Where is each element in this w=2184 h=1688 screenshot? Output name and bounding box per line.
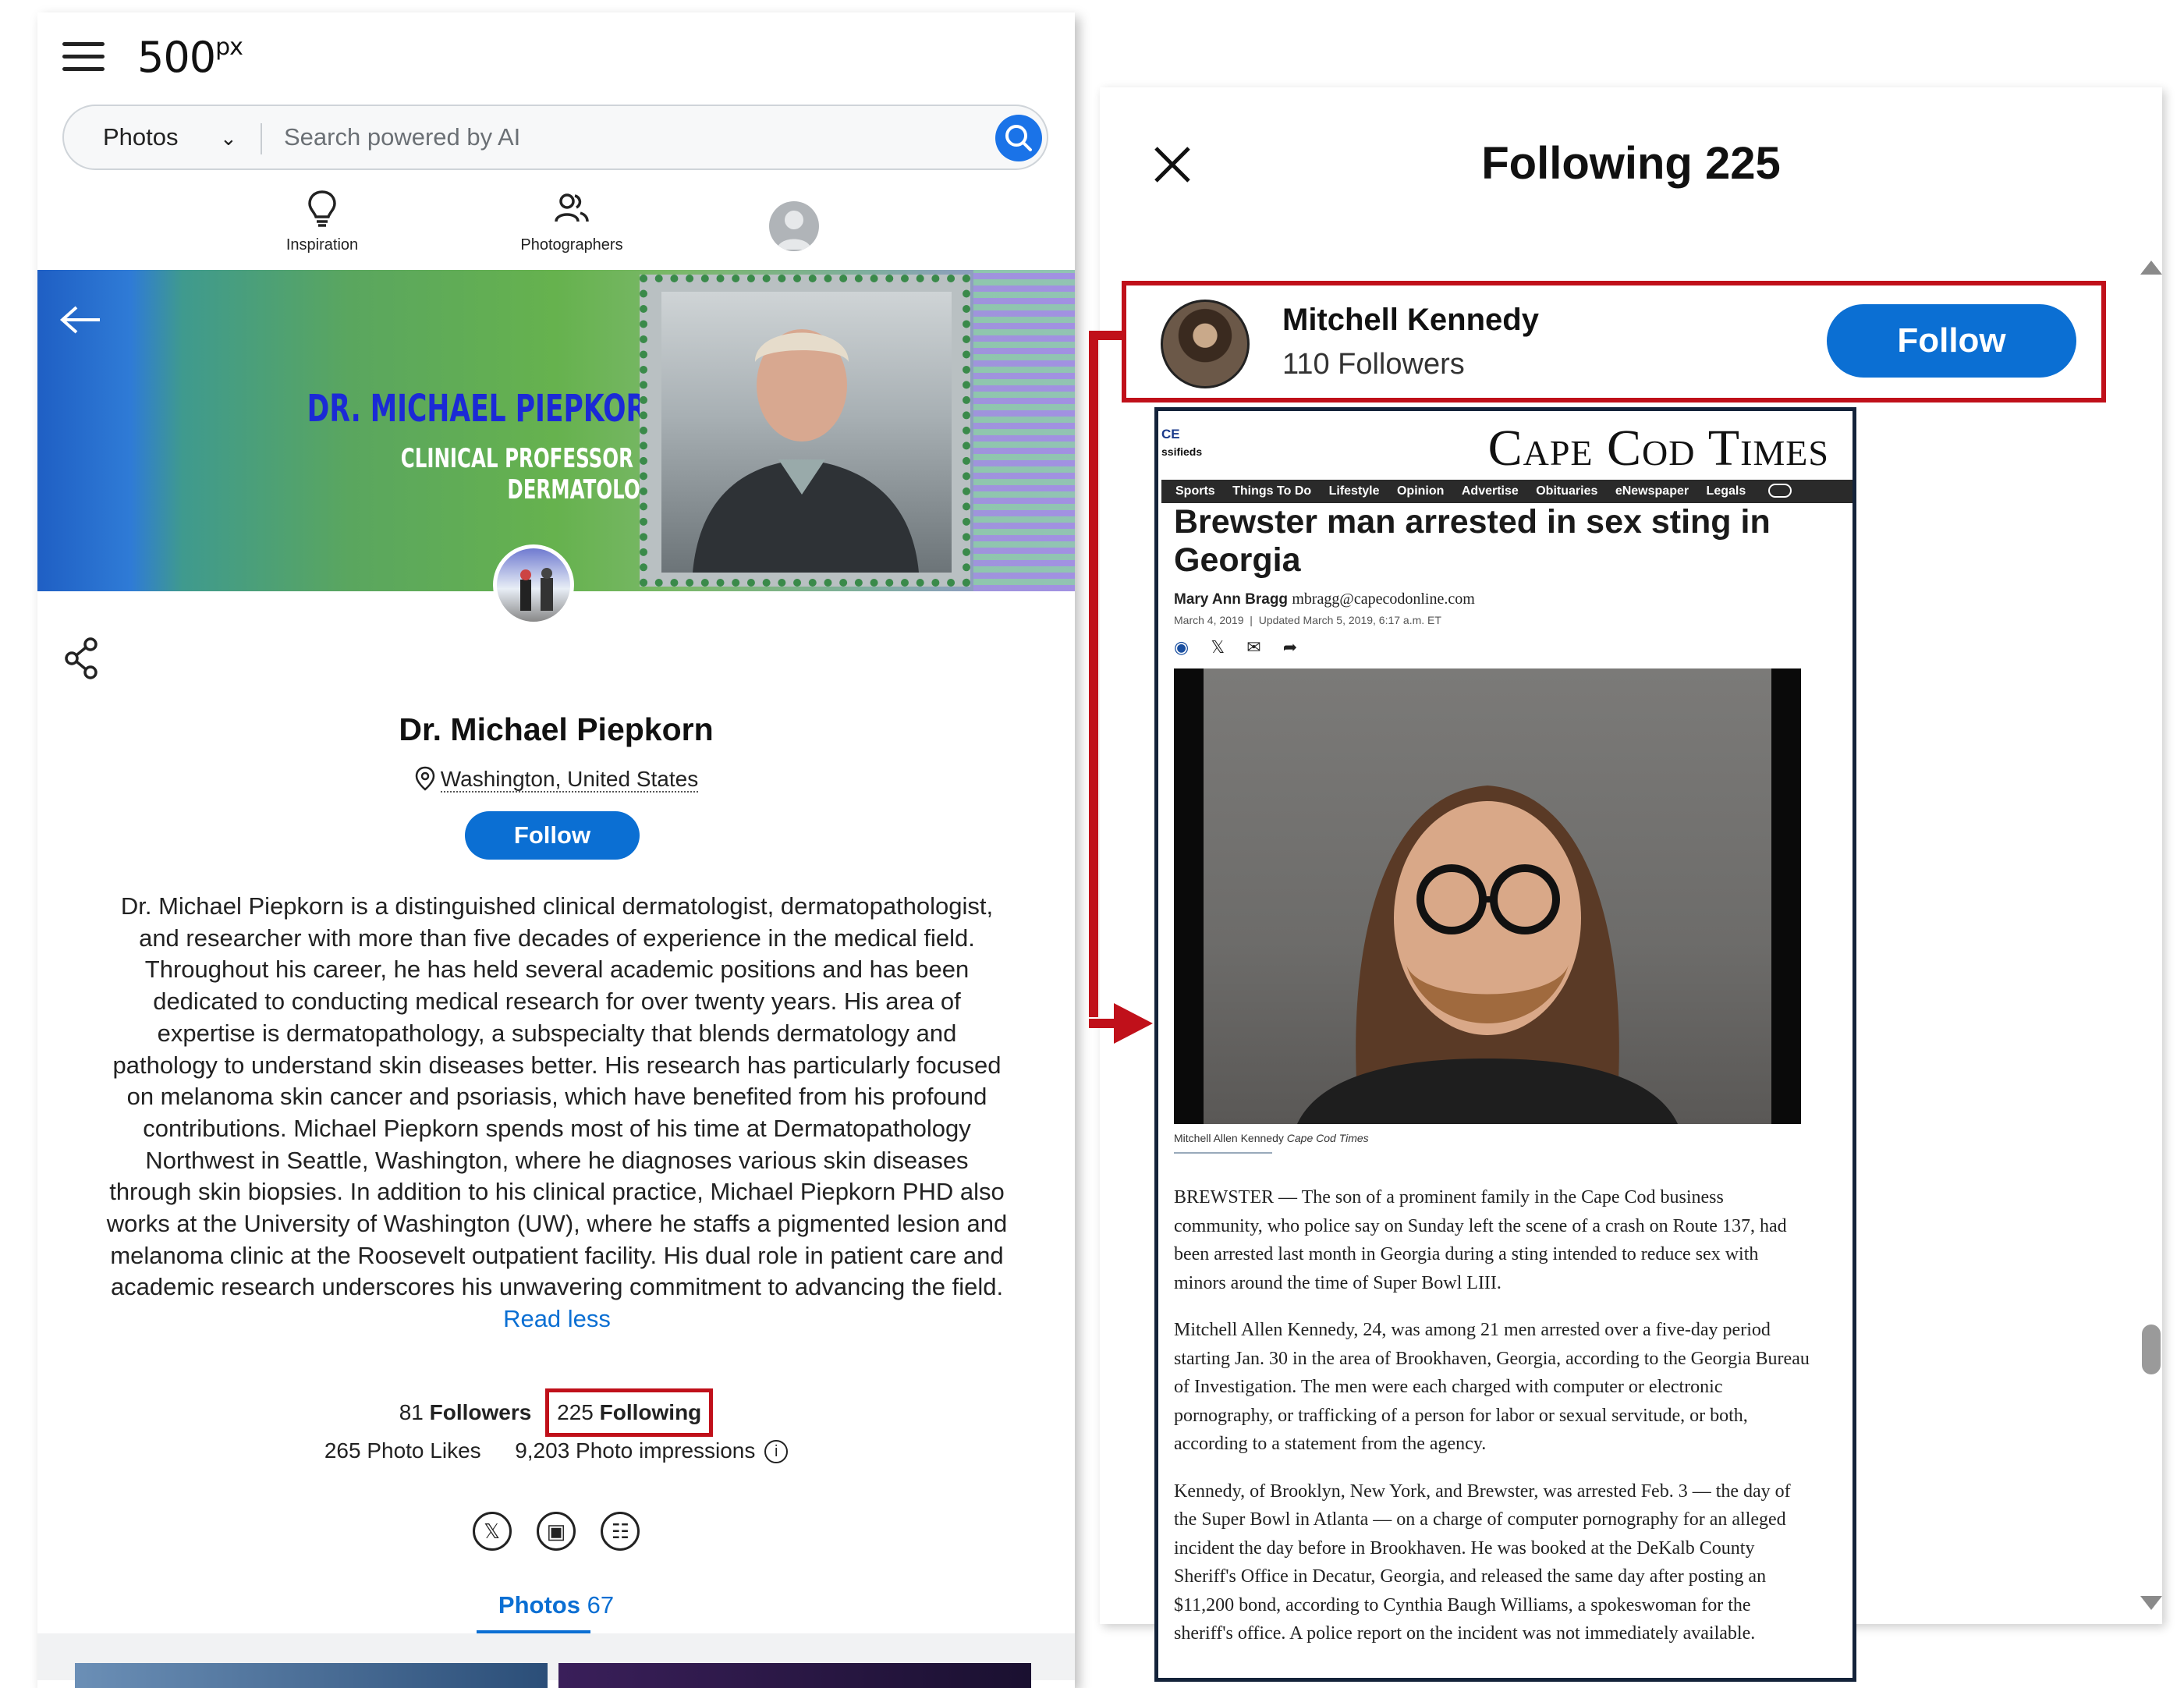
news-nav-item[interactable]: Opinion [1397,484,1444,498]
article-paragraph: Kennedy, of Brooklyn, New York, and Brew… [1174,1481,1791,1644]
cover-portrait-frame [640,275,970,587]
share-icon[interactable] [62,637,101,680]
profile-page: 500px Photos ⌄ Inspiration Photographers… [37,12,1075,1688]
cover-portrait [661,292,952,573]
annotation-arrow-bottom [1089,1019,1117,1028]
search-bar: Photos ⌄ [62,105,1048,170]
cover-subtitle: CLINICAL PROFESSOR OF DERMATOLOGY [400,443,669,505]
search-category-select[interactable]: Photos [103,123,179,151]
scroll-up-arrow[interactable] [2140,261,2162,275]
caption-divider [1174,1152,1272,1154]
article-share-row: ◉ 𝕏 ✉ ➦ [1174,637,1314,658]
follow-button[interactable]: Follow [465,811,640,860]
article-photo-image [1204,668,1771,1124]
article-paragraph: BREWSTER — The son of a prominent family… [1174,1187,1787,1293]
date-published: March 4, 2019 [1174,614,1244,626]
social-links: 𝕏 ▣ ☷ [37,1512,1075,1551]
x-twitter-icon[interactable]: 𝕏 [472,1512,512,1551]
annotation-arrow-head [1114,1003,1153,1044]
nav-photographers-label: Photographers [520,236,623,254]
cover-title: DR. MICHAEL PIEPKORN [307,387,669,431]
user-placeholder-icon [777,211,811,250]
search-button[interactable] [995,115,1042,161]
search-input[interactable] [284,117,986,158]
website-globe-icon[interactable]: ☷ [601,1512,640,1551]
photo-thumbnail[interactable] [558,1663,1031,1688]
follow-user-button[interactable]: Follow [1827,304,2076,378]
email-icon[interactable]: ✉ [1246,637,1260,658]
modal-title: Following 225 [1481,138,1781,189]
account-avatar[interactable] [769,201,819,251]
menu-icon[interactable] [62,42,105,73]
annotation-arrow-line [1089,331,1098,1017]
profile-bio: Dr. Michael Piepkorn is a distinguished … [103,891,1011,1335]
search-divider [261,123,262,154]
user-followers: 110 Followers [1282,348,1465,381]
bio-text: Dr. Michael Piepkorn is a distinguished … [106,892,1008,1301]
top-bar: 500px [37,12,1075,98]
nav-photographers[interactable]: Photographers [509,189,634,254]
nav-inspiration[interactable]: Inspiration [279,189,365,254]
facebook-icon[interactable]: ◉ [1174,637,1189,658]
lightbulb-icon [308,190,336,227]
news-nav-item[interactable]: Legals [1707,484,1746,498]
scroll-down-arrow[interactable] [2140,1596,2162,1610]
article-body: BREWSTER — The son of a prominent family… [1174,1183,1814,1667]
followers-stat[interactable]: 81 Followers [399,1400,532,1424]
article-photo [1174,668,1801,1124]
user-avatar[interactable] [1161,300,1250,388]
back-arrow-icon[interactable] [59,304,103,335]
cover-banner: DR. MICHAEL PIEPKORN CLINICAL PROFESSOR … [37,270,1075,591]
following-user-row[interactable]: Mitchell Kennedy 110 Followers Follow [1122,281,2106,402]
profile-location-text: Washington, United States [440,767,699,793]
news-nav-item[interactable]: Sports [1175,484,1215,498]
news-nav-item[interactable]: Things To Do [1232,484,1311,498]
instagram-icon[interactable]: ▣ [537,1512,576,1551]
photo-likes: 265 Photo Likes [324,1438,481,1463]
article-headline: Brewster man arrested in sex sting in Ge… [1174,503,1771,579]
news-nav-item[interactable]: eNewspaper [1615,484,1689,498]
nav-inspiration-label: Inspiration [285,236,359,254]
info-icon[interactable]: i [764,1440,789,1463]
read-less-link[interactable]: Read less [503,1305,611,1332]
chevron-down-icon[interactable]: ⌄ [220,126,237,151]
x-twitter-icon[interactable]: 𝕏 [1211,637,1225,658]
news-corner-classifieds: ssifieds [1161,445,1203,458]
article-byline: Mary Ann Bragg mbragg@capecodonline.com [1174,590,1475,608]
search-icon [1005,125,1032,151]
newspaper-masthead: Cape Cod Times [1487,420,1829,477]
people-icon [555,193,589,222]
user-name[interactable]: Mitchell Kennedy [1282,303,1539,338]
photo-stats: 265 Photo Likes 9,203 Photo impressions … [37,1438,1075,1463]
share-arrow-icon[interactable]: ➦ [1283,637,1297,658]
news-corner-text: CE [1161,427,1180,442]
follow-stats: 81 Followers 225 Following [37,1388,1075,1437]
profile-avatar[interactable] [493,544,574,626]
photo-thumbnail[interactable] [75,1663,548,1688]
article-paragraph: Mitchell Allen Kennedy, 24, was among 21… [1174,1320,1810,1454]
scrollbar-thumb[interactable] [2142,1325,2161,1374]
tab-photos[interactable]: Photos 67 [37,1591,1075,1619]
nav-dropdown-icon[interactable] [1767,484,1792,498]
news-article-screenshot: CE ssifieds Cape Cod Times Sports Things… [1154,407,1856,1682]
logo[interactable]: 500px [137,33,243,82]
news-nav-item[interactable]: Advertise [1462,484,1519,498]
photo-caption: Mitchell Allen Kennedy Cape Cod Times [1174,1132,1369,1144]
date-updated: Updated March 5, 2019, 6:17 a.m. ET [1258,614,1441,626]
profile-name: Dr. Michael Piepkorn [399,711,714,747]
location-pin-icon [415,766,435,791]
profile-location[interactable]: Washington, United States [37,766,1075,793]
author-name[interactable]: Mary Ann Bragg [1174,591,1288,608]
photo-impressions: 9,203 Photo impressions [515,1438,756,1463]
news-nav-item[interactable]: Lifestyle [1329,484,1380,498]
author-email[interactable]: mbragg@capecodonline.com [1292,590,1474,608]
article-dates: March 4, 2019 | Updated March 5, 2019, 6… [1174,614,1441,626]
news-nav: Sports Things To Do Lifestyle Opinion Ad… [1161,480,1852,503]
following-stat-highlight[interactable]: 225 Following [545,1388,714,1437]
news-nav-item[interactable]: Obituaries [1536,484,1597,498]
cover-stripes [973,270,1075,591]
